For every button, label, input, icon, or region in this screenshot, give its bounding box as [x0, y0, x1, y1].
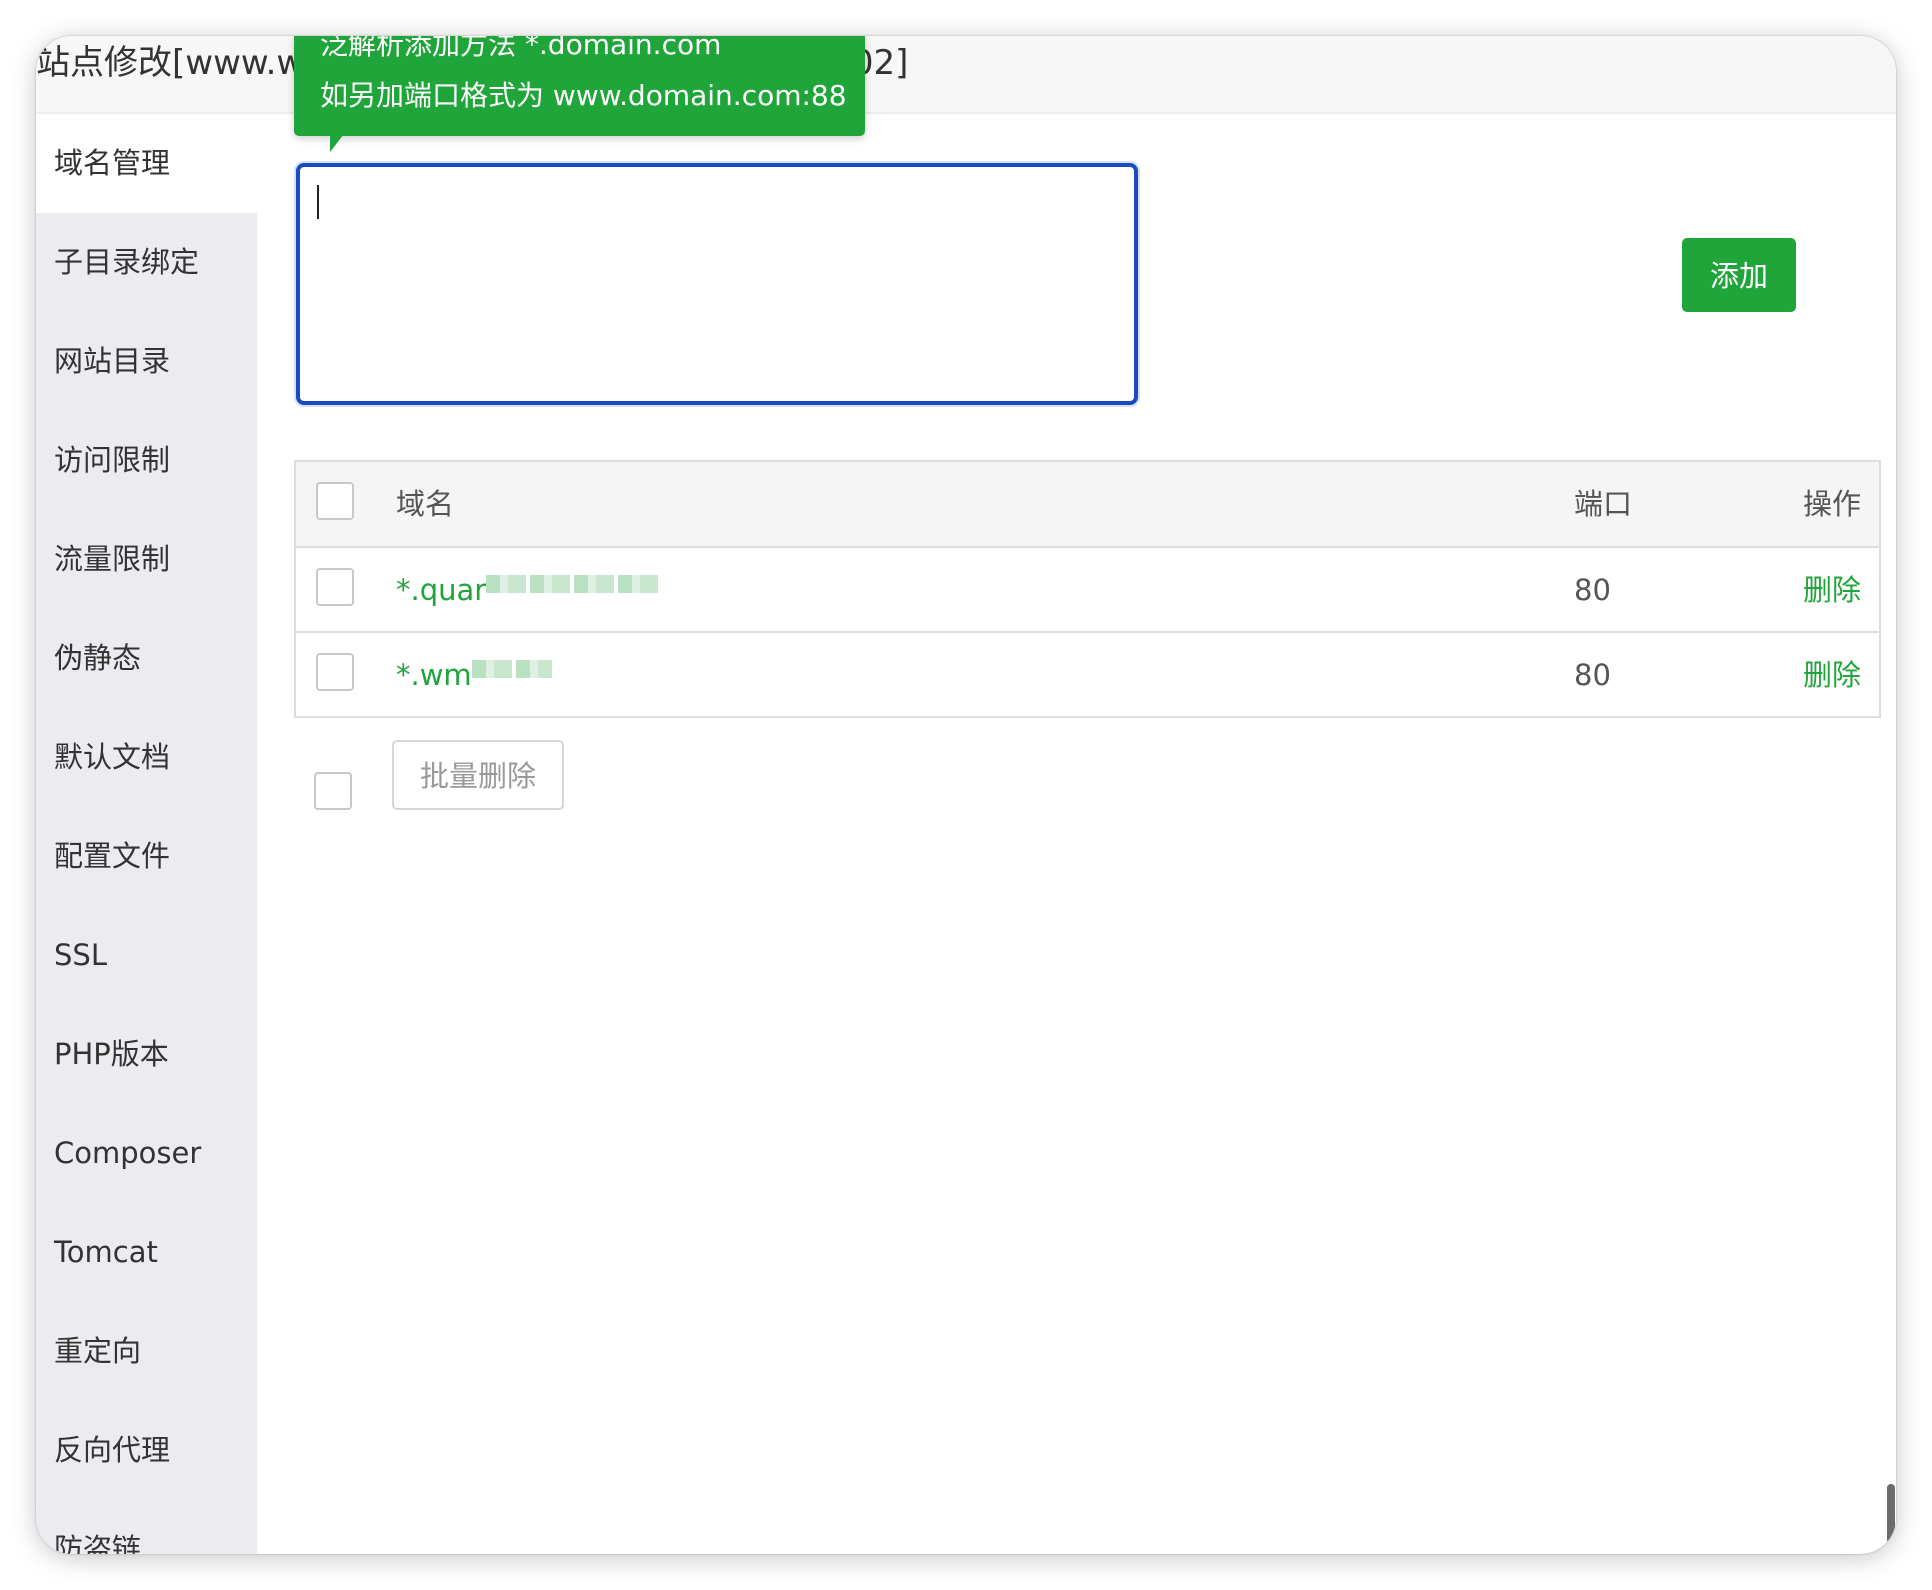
domain-format-tooltip: 泛解析添加方法 *.domain.com 如另加端口格式为 www.domain…: [294, 36, 865, 152]
row-checkbox[interactable]: [316, 653, 354, 691]
port-cell: 80: [1574, 573, 1611, 607]
delete-link[interactable]: 删除: [1803, 655, 1861, 695]
delete-link[interactable]: 删除: [1803, 570, 1861, 610]
sidebar-item-traffic-limit[interactable]: 流量限制: [36, 510, 257, 609]
table-row: *.quar 80 删除: [296, 548, 1879, 633]
sidebar-item-domain-management[interactable]: 域名管理: [36, 114, 257, 213]
header-domain: 域名: [396, 487, 455, 521]
domain-link[interactable]: *.wm: [396, 658, 472, 692]
row-checkbox[interactable]: [316, 568, 354, 606]
header-port: 端口: [1574, 487, 1633, 521]
domain-table: 域名 端口 操作 *.quar 80 删除 *.wm 80 删除: [294, 460, 1881, 718]
sidebar-item-redirect[interactable]: 重定向: [36, 1302, 257, 1401]
text-caret: [317, 185, 319, 219]
sidebar-item-ssl[interactable]: SSL: [36, 906, 257, 1005]
settings-sidebar: 域名管理 子目录绑定 网站目录 访问限制 流量限制 伪静态 默认文档 配置文件 …: [36, 114, 257, 1554]
domain-cell: *.wm: [396, 655, 552, 695]
sidebar-item-access-restriction[interactable]: 访问限制: [36, 411, 257, 510]
domain-input[interactable]: [296, 163, 1138, 405]
domain-link[interactable]: *.quar: [396, 573, 486, 607]
header-action: 操作: [1802, 487, 1861, 521]
tooltip-port-hint: 如另加端口格式为 www.domain.com:88: [320, 79, 847, 112]
sidebar-item-rewrite[interactable]: 伪静态: [36, 609, 257, 708]
table-row: *.wm 80 删除: [296, 633, 1879, 716]
sidebar-item-php-version[interactable]: PHP版本: [36, 1005, 257, 1104]
scrollbar[interactable]: [1887, 1484, 1895, 1544]
sidebar-item-subdirectory-binding[interactable]: 子目录绑定: [36, 213, 257, 312]
sidebar-item-site-directory[interactable]: 网站目录: [36, 312, 257, 411]
dialog-title-prefix: 站点修改[www.w: [36, 43, 305, 83]
sidebar-item-composer[interactable]: Composer: [36, 1104, 257, 1203]
select-all-checkbox[interactable]: [316, 482, 354, 520]
domain-cell: *.quar: [396, 570, 663, 610]
sidebar-item-tomcat[interactable]: Tomcat: [36, 1203, 257, 1302]
port-cell: 80: [1574, 658, 1611, 692]
redacted-blur: [471, 660, 552, 678]
sidebar-item-hotlink-protection[interactable]: 防盗链: [36, 1500, 257, 1554]
add-domain-button[interactable]: 添加: [1682, 238, 1796, 312]
batch-delete-button[interactable]: 批量删除: [392, 740, 564, 810]
site-edit-dialog: 站点修改[www.w03:02] 域名管理 子目录绑定 网站目录 访问限制 流量…: [36, 36, 1896, 1554]
tooltip-wildcard-hint: 泛解析添加方法 *.domain.com: [320, 36, 722, 61]
batch-select-checkbox[interactable]: [314, 772, 352, 810]
sidebar-item-default-document[interactable]: 默认文档: [36, 708, 257, 807]
table-header-row: 域名 端口 操作: [296, 462, 1879, 548]
redacted-blur: [486, 575, 663, 593]
sidebar-item-config-file[interactable]: 配置文件: [36, 807, 257, 906]
tooltip-arrow: [330, 134, 344, 152]
sidebar-item-reverse-proxy[interactable]: 反向代理: [36, 1401, 257, 1500]
